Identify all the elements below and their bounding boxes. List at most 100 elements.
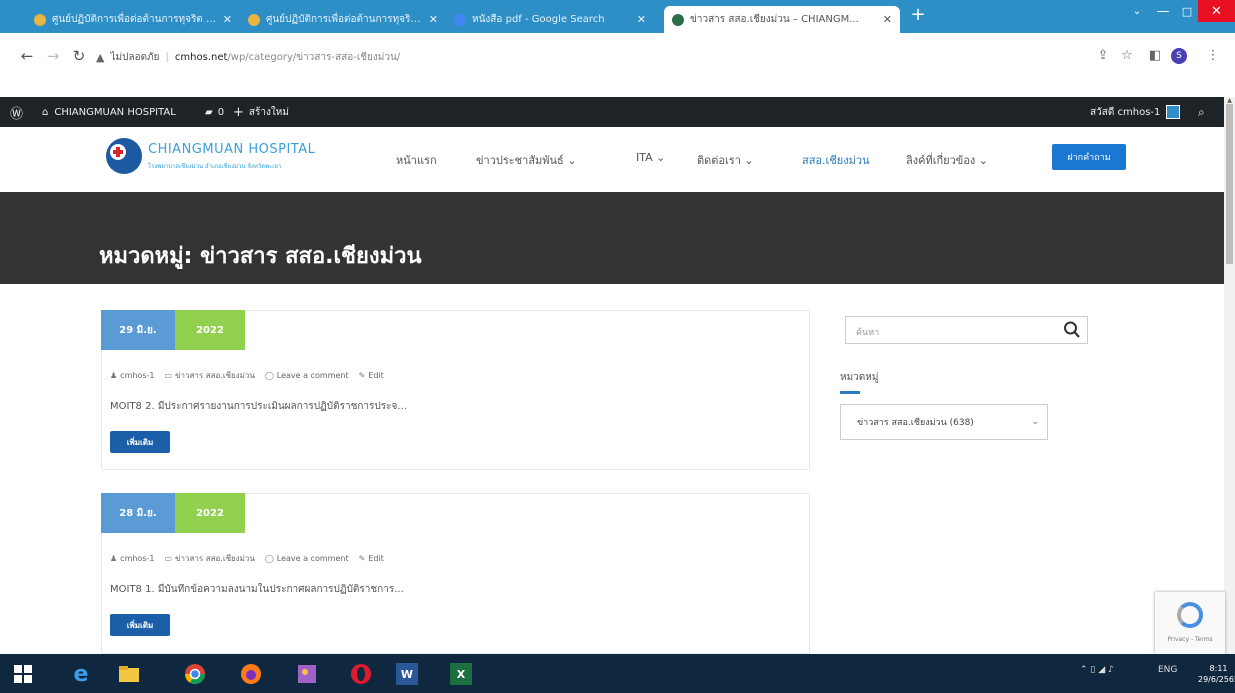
bookmark-star-icon[interactable]: ☆	[1117, 45, 1137, 67]
close-window-icon[interactable]: ✕	[1198, 0, 1235, 22]
recaptcha-badge[interactable]: Privacy - Terms	[1155, 592, 1225, 654]
url-field[interactable]: ▲ ไม่ปลอดภัย | cmhos.net /wp/category/ข่…	[96, 46, 1096, 68]
search-icon[interactable]	[1063, 320, 1081, 340]
comment-icon: ◯	[264, 554, 274, 563]
nav-contact[interactable]: ติดต่อเรา ⌄	[697, 151, 754, 171]
widget-title-underline	[840, 391, 860, 394]
post-excerpt: MOIT8 1. มีบันทึกข้อความลงนามในประกาศผลก…	[110, 584, 404, 595]
browser-tab-2[interactable]: ศูนย์ปฏิบัติการเพื่อต่อต้านการทุจริต กระ…	[240, 6, 446, 33]
read-more-button[interactable]: เพิ่มเติม	[110, 431, 170, 453]
wordpress-logo-icon[interactable]: Ⓦ	[10, 97, 23, 127]
category-select[interactable]: ข่าวสาร สสอ.เชียงม่วน (638) ⌄	[840, 404, 1048, 440]
post-day: 29 มิ.ย.	[101, 310, 175, 350]
close-tab-icon[interactable]: ✕	[223, 13, 232, 26]
nav-links[interactable]: ลิงค์ที่เกี่ยวข้อง ⌄	[906, 151, 988, 171]
close-tab-icon[interactable]: ✕	[429, 13, 438, 26]
url-host: cmhos.net	[174, 51, 228, 63]
post-comment-link[interactable]: Leave a comment	[277, 371, 349, 380]
post-day: 28 มิ.ย.	[101, 493, 175, 533]
minimize-icon[interactable]: —	[1150, 0, 1176, 22]
browser-tab-1[interactable]: ศูนย์ปฏิบัติการเพื่อต่อต้านการทุจริต (ศป…	[26, 6, 240, 33]
browser-tab-active[interactable]: ข่าวสาร สสอ.เชียงม่วน – CHIANGM... ✕	[664, 6, 900, 33]
new-tab-button[interactable]: +	[908, 6, 928, 26]
post-date: 29 มิ.ย. 2022	[101, 310, 245, 350]
admin-search-icon[interactable]: ⌕	[1198, 97, 1205, 127]
post-comment-link[interactable]: Leave a comment	[277, 554, 349, 563]
user-icon: ♟	[110, 554, 118, 563]
internet-explorer-icon[interactable]: e	[70, 662, 92, 687]
tab-favicon-icon	[454, 13, 466, 26]
post-category[interactable]: ข่าวสาร สสอ.เชียงม่วน	[175, 369, 255, 382]
site-header: CHIANGMUAN HOSPITAL โรงพยาบาลเชียงม่วน อ…	[0, 127, 1224, 192]
maximize-icon[interactable]: □	[1176, 0, 1198, 22]
chevron-down-icon: ⌄	[1031, 417, 1039, 427]
nav-sso-chiangmuan[interactable]: สสอ.เชียงม่วน	[802, 151, 870, 171]
post-edit-link[interactable]: Edit	[368, 554, 384, 563]
firefox-icon[interactable]	[240, 663, 262, 685]
read-more-button[interactable]: เพิ่มเติม	[110, 614, 170, 636]
security-label: ไม่ปลอดภัย	[110, 51, 160, 63]
tab-title: หนังสือ pdf - Google Search	[472, 14, 605, 25]
close-tab-icon[interactable]: ✕	[883, 13, 892, 26]
admin-site-name: CHIANGMUAN HOSPITAL	[54, 106, 176, 118]
address-bar: ← → ↻ ▲ ไม่ปลอดภัย | cmhos.net /wp/categ…	[0, 33, 1235, 83]
input-language[interactable]: ENG	[1158, 665, 1177, 675]
tab-title: ศูนย์ปฏิบัติการเพื่อต่อต้านการทุจริต (ศป…	[52, 14, 217, 25]
post-category[interactable]: ข่าวสาร สสอ.เชียงม่วน	[175, 552, 255, 565]
admin-account[interactable]: สวัสดี cmhos-1	[1090, 97, 1181, 127]
edit-icon: ✎	[358, 554, 366, 563]
category-selected-value: ข่าวสาร สสอ.เชียงม่วน (638)	[857, 418, 974, 428]
dashboard-icon: ⌂	[42, 106, 49, 118]
browser-tab-3[interactable]: หนังสือ pdf - Google Search ✕	[446, 6, 654, 33]
warning-icon[interactable]: ▲	[96, 51, 104, 64]
admin-new-content[interactable]: + สร้างใหม่	[233, 97, 289, 127]
forward-icon[interactable]: →	[42, 45, 64, 67]
comment-icon: ◯	[264, 371, 274, 380]
post-meta: ♟ cmhos-1 ▭ ข่าวสาร สสอ.เชียงม่วน ◯ Leav…	[110, 369, 394, 382]
user-icon: ♟	[110, 371, 118, 380]
comment-bubble-icon: ▰	[205, 106, 213, 118]
url-path: /wp/category/ข่าวสาร-สสอ-เชียงม่วน/	[227, 51, 401, 63]
tab-favicon-icon	[248, 13, 260, 26]
post-author[interactable]: cmhos-1	[120, 554, 154, 563]
nav-home[interactable]: หน้าแรก	[396, 151, 437, 171]
chrome-icon[interactable]	[184, 663, 206, 685]
scrollbar-thumb[interactable]	[1226, 104, 1233, 264]
admin-comments[interactable]: ▰ 0	[205, 97, 224, 127]
categories-widget-title: หมวดหมู่	[840, 372, 879, 383]
word-icon[interactable]: W	[396, 663, 418, 685]
post-meta: ♟ cmhos-1 ▭ ข่าวสาร สสอ.เชียงม่วน ◯ Leav…	[110, 552, 394, 565]
recaptcha-terms[interactable]: Privacy - Terms	[1155, 636, 1225, 643]
reload-icon[interactable]: ↻	[68, 45, 90, 67]
post-year: 2022	[175, 493, 245, 533]
file-explorer-icon[interactable]	[118, 663, 140, 685]
share-icon[interactable]: ⇪	[1093, 45, 1113, 67]
new-label: สร้างใหม่	[248, 106, 289, 118]
search-input[interactable]: ค้นหา	[845, 316, 1088, 344]
sidepanel-icon[interactable]: ◧	[1145, 45, 1165, 67]
comments-count: 0	[217, 106, 225, 118]
post-edit-link[interactable]: Edit	[368, 371, 384, 380]
tab-favicon-icon	[672, 13, 684, 26]
paint-icon[interactable]	[296, 663, 318, 685]
tab-search-icon[interactable]: ⌄	[1124, 0, 1150, 22]
nav-ita[interactable]: ITA ⌄	[636, 151, 665, 171]
windows-start-icon[interactable]	[12, 663, 34, 685]
close-tab-icon[interactable]: ✕	[637, 13, 646, 26]
admin-site-link[interactable]: ⌂ CHIANGMUAN HOSPITAL	[42, 97, 176, 127]
nav-news[interactable]: ข่าวประชาสัมพันธ์ ⌄	[476, 151, 576, 171]
browser-tab-strip: ศูนย์ปฏิบัติการเพื่อต่อต้านการทุจริต (ศป…	[0, 0, 1235, 33]
profile-avatar[interactable]: S	[1171, 48, 1187, 64]
post-author[interactable]: cmhos-1	[120, 371, 154, 380]
taskbar-clock[interactable]: 8:11 29/6/2565	[1198, 663, 1235, 685]
post-year: 2022	[175, 310, 245, 350]
tray-network-icon[interactable]: ⌃ ▯ ◢ ♪	[1080, 665, 1114, 675]
back-icon[interactable]: ←	[16, 45, 38, 67]
excel-icon[interactable]: X	[450, 663, 472, 685]
page-title: หมวดหมู่: ข่าวสาร สสอ.เชียงม่วน	[99, 244, 422, 269]
opera-icon[interactable]	[350, 663, 372, 685]
menu-kebab-icon[interactable]: ⋮	[1203, 45, 1223, 67]
site-logo[interactable]: CHIANGMUAN HOSPITAL โรงพยาบาลเชียงม่วน อ…	[106, 138, 315, 174]
ask-question-button[interactable]: ฝากคำถาม	[1052, 144, 1126, 170]
plus-icon: +	[233, 104, 244, 120]
